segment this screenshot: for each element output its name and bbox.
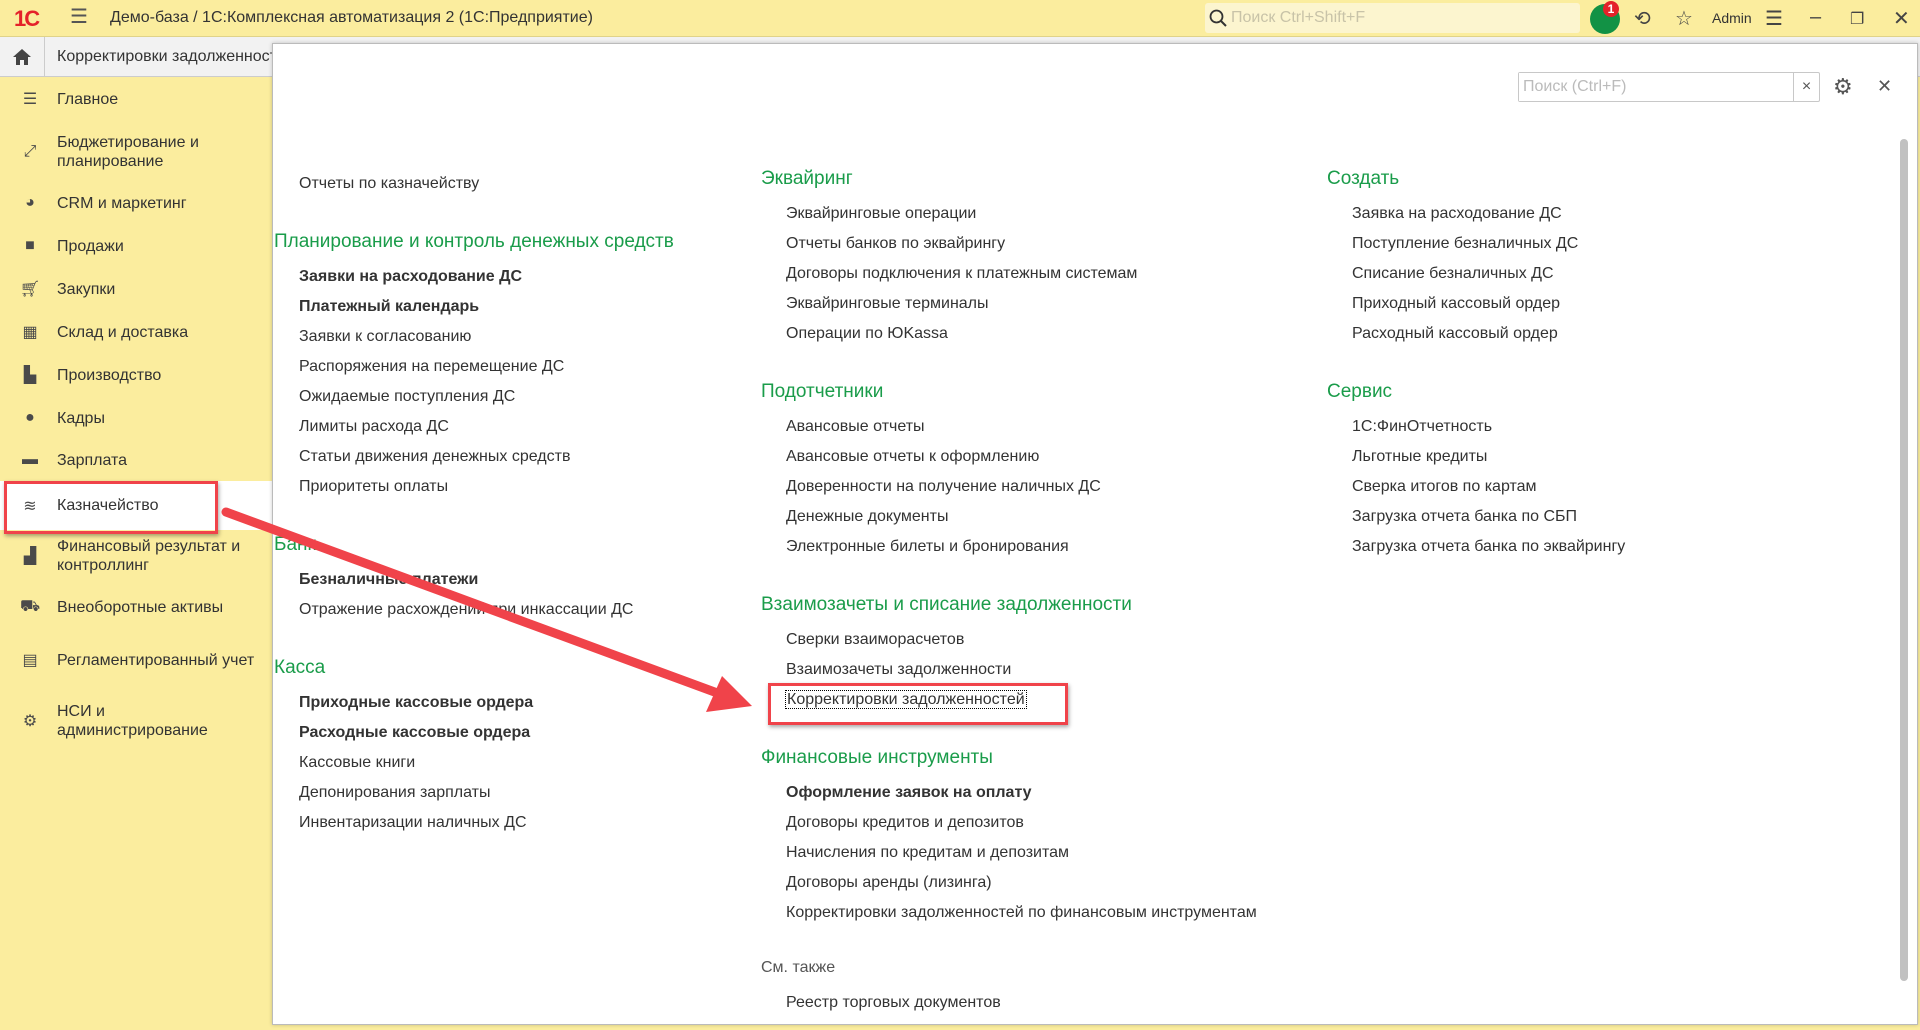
annotation-arrow-icon bbox=[221, 507, 752, 712]
